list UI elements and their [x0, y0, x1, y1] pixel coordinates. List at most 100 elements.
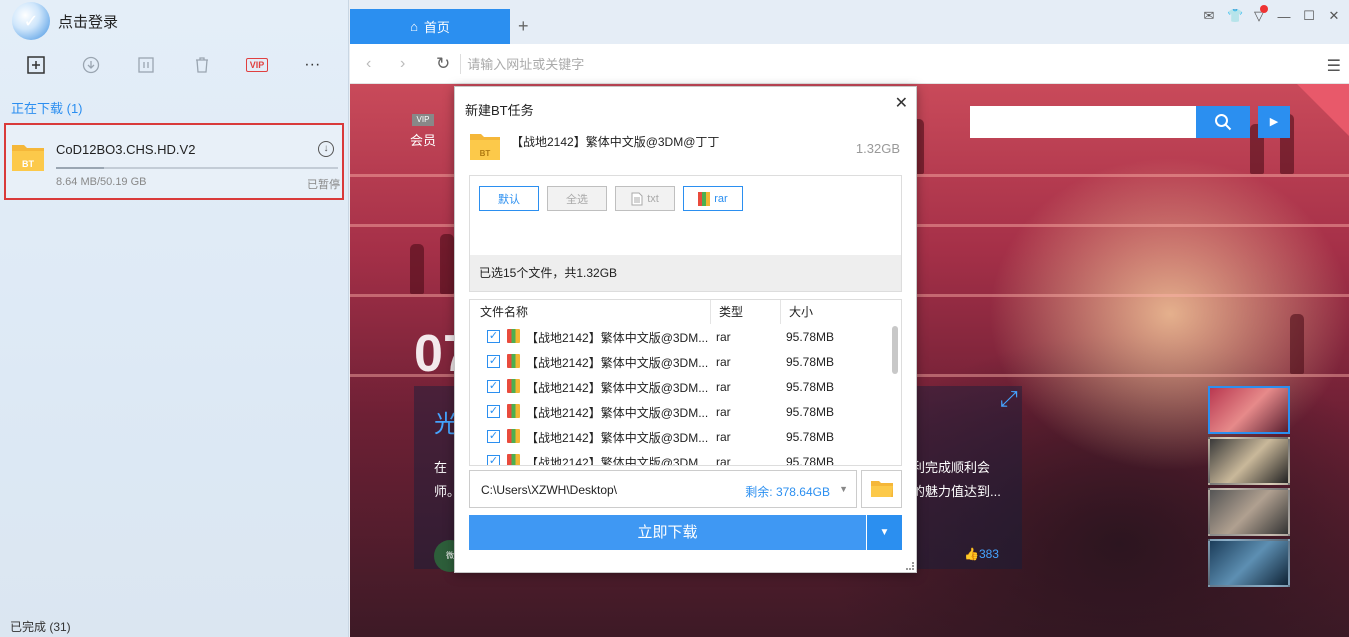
filter-txt-button[interactable]: txt [615, 186, 675, 211]
thumbnail-strip [1208, 386, 1292, 590]
thumbnail[interactable] [1208, 539, 1290, 587]
torrent-name: 【战地2142】繁体中文版@3DM@丁丁 [511, 135, 720, 149]
file-type: rar [716, 405, 731, 419]
resize-grip[interactable] [906, 562, 914, 570]
task-status: 已暂停 [307, 179, 340, 191]
checkbox[interactable]: ✓ [487, 330, 500, 343]
rar-file-icon [507, 354, 520, 368]
login-link[interactable]: 点击登录 [58, 11, 118, 32]
url-input[interactable]: 请输入网址或关键字 [467, 54, 584, 73]
back-icon[interactable]: ‹ [366, 55, 384, 73]
svg-text:BT: BT [22, 159, 34, 169]
file-filter-panel: 默认 全选 txt rar 已选15个文件，共1.32GB [469, 175, 902, 292]
download-options-dropdown[interactable]: ▼ [867, 515, 902, 550]
login-area[interactable]: ✓ 点击登录 [0, 0, 348, 42]
play-icon[interactable]: ▶ [1258, 106, 1290, 138]
txt-file-icon [631, 192, 643, 205]
file-size: 95.78MB [786, 380, 835, 394]
tab-home[interactable]: ⌂ 首页 [350, 9, 510, 44]
task-name: CoD12BO3.CHS.HD.V2 [56, 142, 196, 157]
rar-file-icon [507, 454, 520, 465]
table-row[interactable]: ✓ 【战地2142】繁体中文版@3DM... rar 95.78MB [470, 349, 888, 374]
file-size: 95.78MB [786, 430, 835, 444]
add-tab-icon[interactable]: + [518, 16, 529, 37]
column-header-name[interactable]: 文件名称 [480, 300, 528, 324]
file-size: 95.78MB [786, 355, 835, 369]
corner-ribbon[interactable] [1297, 84, 1349, 136]
site-search-button[interactable] [1196, 106, 1250, 138]
table-row[interactable]: ✓ 【战地2142】繁体中文版@3DM... rar 95.78MB [470, 424, 888, 449]
search-icon [1215, 113, 1232, 130]
download-task-item[interactable]: BT CoD12BO3.CHS.HD.V2 ↓ 8.64 MB/50.19 GB… [4, 123, 344, 200]
checkbox[interactable]: ✓ [487, 355, 500, 368]
file-name: 【战地2142】繁体中文版@3DM... [526, 456, 709, 466]
file-name: 【战地2142】繁体中文版@3DM... [526, 356, 709, 370]
refresh-icon[interactable]: ↻ [436, 54, 450, 74]
file-list-scrollbar[interactable] [892, 326, 898, 374]
thumbnail[interactable] [1208, 386, 1290, 434]
save-path: C:\Users\XZWH\Desktop\ [481, 483, 618, 497]
task-progress-bar [56, 167, 338, 169]
app-logo: ✓ [12, 2, 50, 40]
like-button[interactable]: 👍383 [964, 547, 999, 561]
thumbnail[interactable] [1208, 488, 1290, 536]
close-icon[interactable]: ✕ [895, 93, 908, 113]
expand-icon[interactable]: ⤢ [1000, 386, 1018, 412]
table-row[interactable]: ✓ 【战地2142】繁体中文版@3DM... rar 95.78MB [470, 399, 888, 424]
rar-file-icon [507, 379, 520, 393]
checkbox[interactable]: ✓ [487, 405, 500, 418]
start-download-icon[interactable] [76, 50, 106, 80]
address-bar: ‹ › ↻ 请输入网址或关键字 ☰ [350, 44, 1349, 84]
mail-icon[interactable]: ✉ [1202, 8, 1216, 24]
table-row[interactable]: ✓ 【战地2142】繁体中文版@3DM... rar 95.78MB [470, 449, 888, 466]
close-window-icon[interactable]: ✕ [1327, 8, 1341, 24]
file-type: rar [716, 380, 731, 394]
checkbox[interactable]: ✓ [487, 380, 500, 393]
filter-rar-button[interactable]: rar [683, 186, 743, 211]
thumbnail[interactable] [1208, 437, 1290, 485]
vip-icon[interactable]: VIP [242, 50, 272, 80]
chevron-down-icon[interactable]: ▼ [839, 484, 848, 494]
skin-icon[interactable]: 👕 [1227, 8, 1243, 24]
file-type: rar [716, 330, 731, 344]
rar-file-icon [507, 429, 520, 443]
forward-icon[interactable]: › [400, 55, 418, 73]
completed-section-title[interactable]: 已完成 (31) [10, 618, 71, 635]
maximize-icon[interactable]: ☐ [1302, 8, 1316, 24]
member-label: 会员 [410, 133, 437, 148]
bt-folder-icon: BT [12, 145, 44, 171]
file-name: 【战地2142】繁体中文版@3DM... [526, 331, 709, 345]
task-size: 8.64 MB/50.19 GB [56, 176, 147, 188]
column-header-size[interactable]: 大小 [789, 300, 813, 324]
delete-icon[interactable] [187, 50, 217, 80]
rar-file-icon [507, 329, 520, 343]
resume-download-icon[interactable]: ↓ [318, 141, 334, 157]
file-name: 【战地2142】繁体中文版@3DM... [526, 381, 709, 395]
member-link[interactable]: VIP 会员 [410, 114, 436, 149]
filter-select-all-button[interactable]: 全选 [547, 186, 607, 211]
like-count: 383 [978, 547, 999, 561]
file-type: rar [716, 455, 731, 466]
folder-icon [870, 481, 893, 497]
save-path-select[interactable]: C:\Users\XZWH\Desktop\ 剩余: 378.64GB ▼ [469, 470, 857, 508]
table-row[interactable]: ✓ 【战地2142】繁体中文版@3DM... rar 95.78MB [470, 324, 888, 349]
downloading-section-title[interactable]: 正在下载 (1) [0, 88, 348, 123]
notification-icon[interactable]: ▽ [1252, 5, 1268, 24]
more-icon[interactable]: ··· [297, 50, 327, 80]
download-now-button[interactable]: 立即下载 [469, 515, 866, 550]
file-name: 【战地2142】繁体中文版@3DM... [526, 406, 709, 420]
new-bt-task-dialog: 新建BT任务 ✕ BT 【战地2142】繁体中文版@3DM@丁丁 1.32GB … [454, 86, 917, 573]
site-search-input[interactable] [970, 106, 1196, 138]
pause-icon[interactable] [131, 50, 161, 80]
new-task-icon[interactable] [21, 50, 51, 80]
minimize-icon[interactable]: — [1277, 9, 1291, 24]
home-icon: ⌂ [410, 19, 418, 34]
browser-menu-icon[interactable]: ☰ [1327, 56, 1341, 76]
tab-bar: ⌂ 首页 + ✉ 👕 ▽ — ☐ ✕ [350, 0, 1349, 44]
table-row[interactable]: ✓ 【战地2142】繁体中文版@3DM... rar 95.78MB [470, 374, 888, 399]
browse-folder-button[interactable] [861, 470, 902, 508]
checkbox[interactable]: ✓ [487, 430, 500, 443]
checkbox[interactable]: ✓ [487, 455, 500, 465]
filter-default-button[interactable]: 默认 [479, 186, 539, 211]
column-header-type[interactable]: 类型 [719, 300, 743, 324]
